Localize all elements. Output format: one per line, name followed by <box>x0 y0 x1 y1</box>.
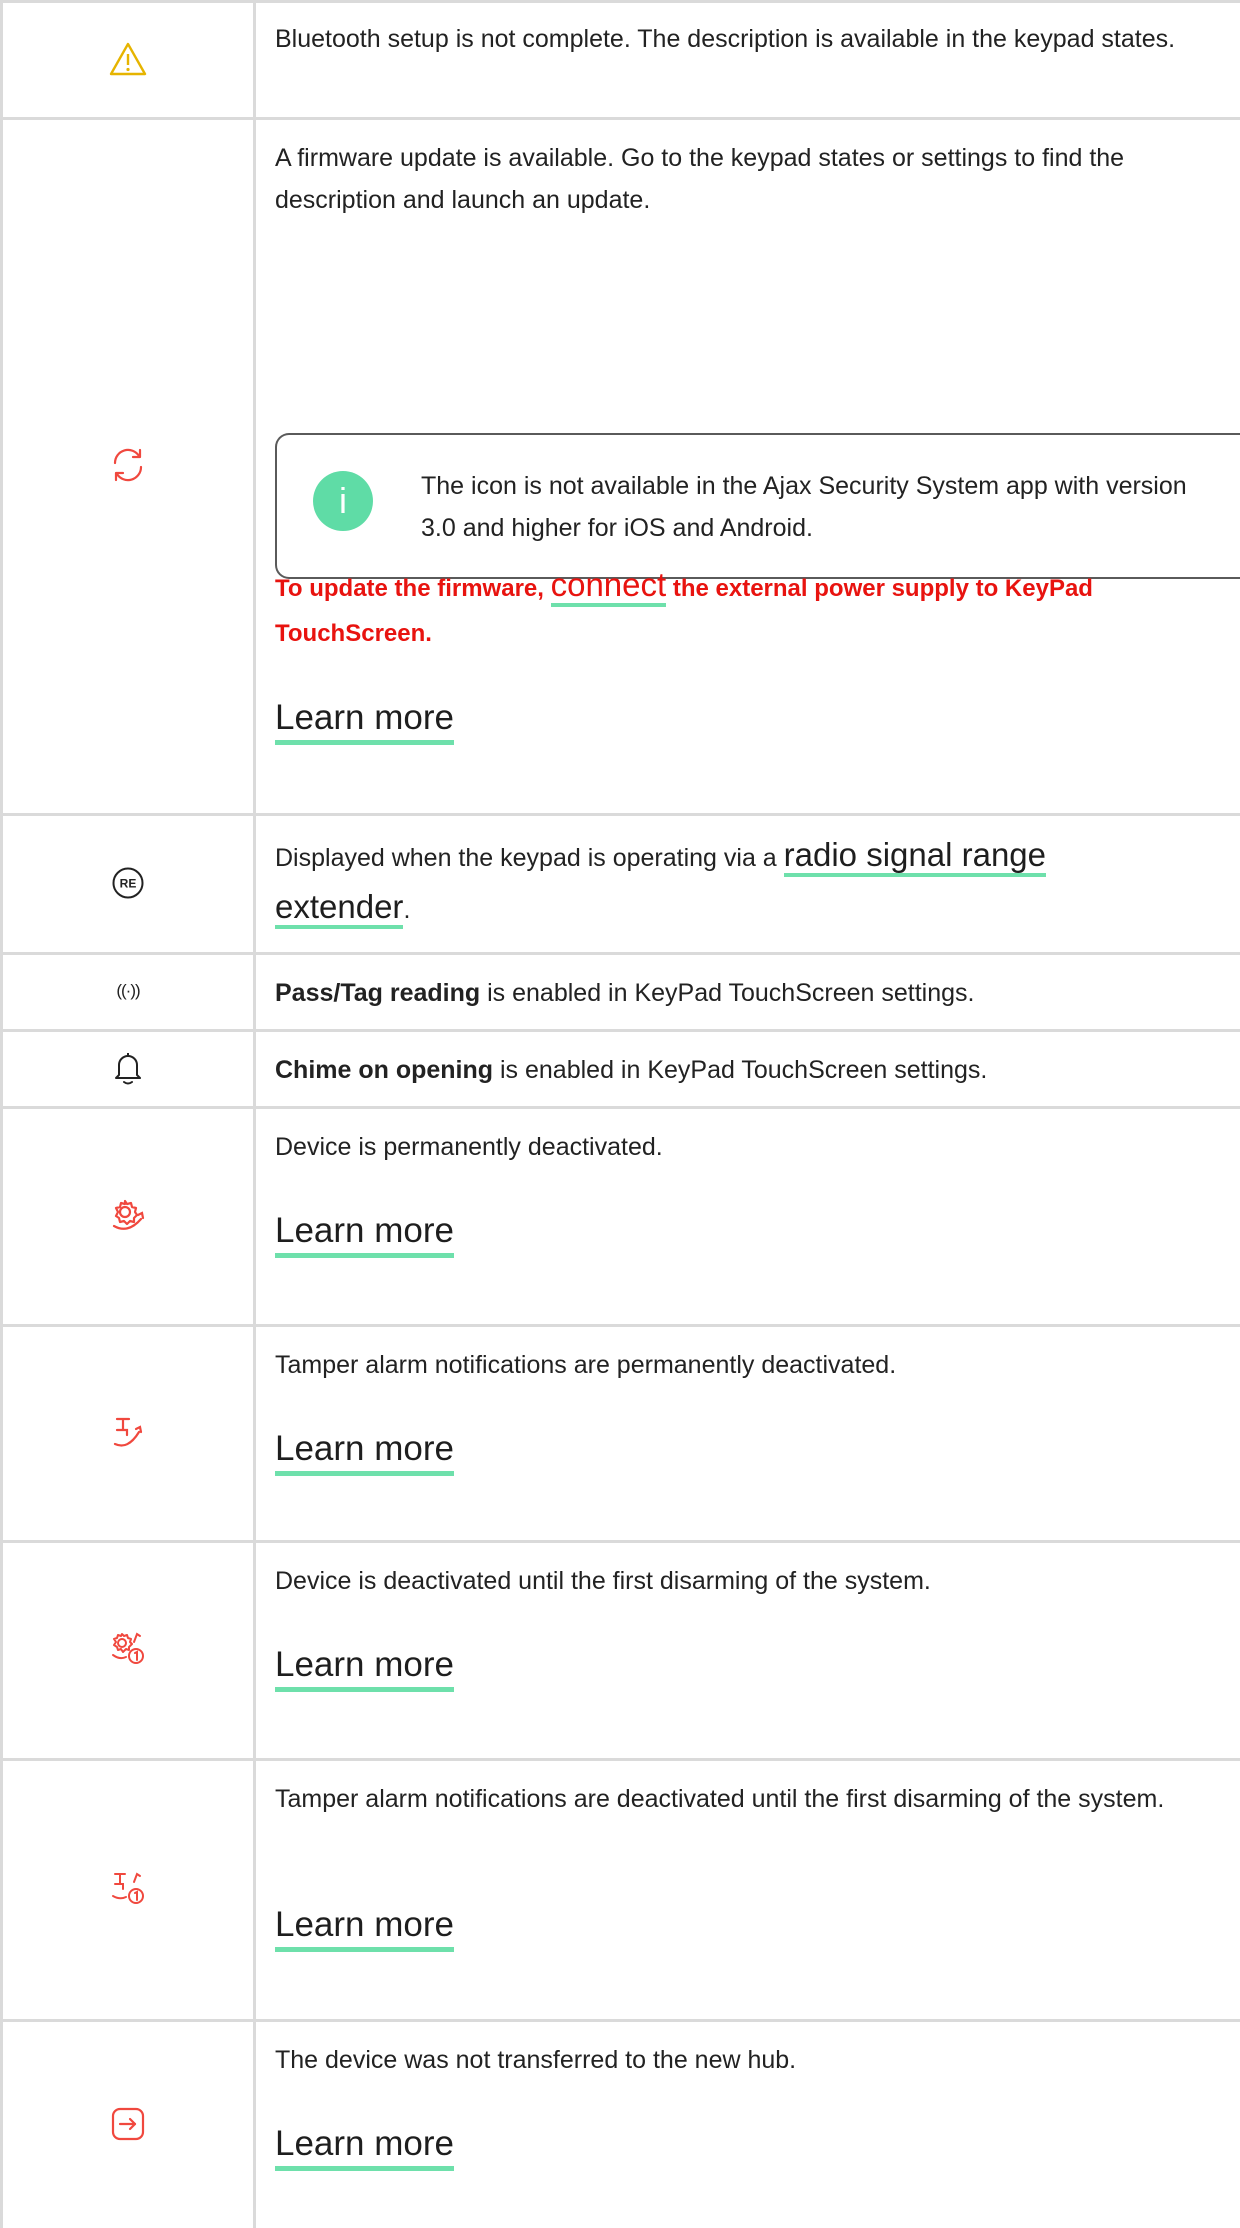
firmware-warning: To update the firmware, connect the exte… <box>275 562 1215 656</box>
icon-cell <box>3 1029 253 1106</box>
icon-cell: ((·)) <box>3 952 253 1029</box>
icon-cell <box>3 0 253 117</box>
table-row: The device was not transferred to the ne… <box>0 2019 1240 2228</box>
row-description: Displayed when the keypad is operating v… <box>275 844 784 872</box>
connect-link[interactable]: connect <box>550 566 667 607</box>
icon-cell <box>3 117 253 813</box>
learn-more-link[interactable]: Learn more <box>275 2123 454 2171</box>
learn-more-link[interactable]: Learn more <box>275 1428 454 1476</box>
row-description: is enabled in KeyPad TouchScreen setting… <box>480 979 975 1007</box>
row-description: The device was not transferred to the ne… <box>275 2046 797 2074</box>
icon-cell <box>3 1758 253 2019</box>
learn-more-link[interactable]: Learn more <box>275 1904 454 1952</box>
row-description: Tamper alarm notifications are permanent… <box>275 1351 897 1379</box>
info-note: i The icon is not available in the Ajax … <box>275 433 1240 579</box>
firmware-update-icon <box>113 448 143 482</box>
icon-cell <box>3 1106 253 1324</box>
row-description: Tamper alarm notifications are deactivat… <box>275 1785 1165 1813</box>
states-table: Bluetooth setup is not complete. The des… <box>0 0 1240 2228</box>
description-cell: A firmware update is available. Go to th… <box>275 117 1240 813</box>
pass-tag-reading-icon: ((·)) <box>116 980 140 1000</box>
column-divider <box>253 0 256 2228</box>
device-deactivated-icon <box>112 1199 145 1230</box>
setting-name: Chime on opening <box>275 1056 494 1084</box>
info-icon: i <box>313 471 373 531</box>
setting-name: Pass/Tag reading <box>275 979 481 1007</box>
description-cell: Bluetooth setup is not complete. The des… <box>275 0 1240 117</box>
device-deactivated-until-disarm-icon <box>112 1632 144 1664</box>
table-row: Device is deactivated until the first di… <box>0 1540 1240 1761</box>
description-cell: Device is deactivated until the first di… <box>275 1540 1240 1758</box>
learn-more-link[interactable]: Learn more <box>275 1210 454 1258</box>
row-description: Device is permanently deactivated. <box>275 1133 663 1161</box>
icon-cell: RE <box>3 813 253 952</box>
row-description-end: . <box>403 896 411 924</box>
table-row: RE Displayed when the keypad is operatin… <box>0 813 1240 955</box>
table-row: Chime on opening is enabled in KeyPad To… <box>0 1029 1240 1109</box>
learn-more-link[interactable]: Learn more <box>275 697 454 745</box>
range-extender-icon: RE <box>112 867 144 898</box>
description-cell: Pass/Tag reading is enabled in KeyPad To… <box>275 952 1240 1029</box>
row-description: Bluetooth setup is not complete. The des… <box>275 25 1176 53</box>
icon-cell <box>3 1324 253 1540</box>
tamper-deactivated-icon <box>113 1417 143 1447</box>
table-row: Device is permanently deactivated. Learn… <box>0 1106 1240 1327</box>
description-cell: Displayed when the keypad is operating v… <box>275 813 1240 952</box>
table-row: Bluetooth setup is not complete. The des… <box>0 0 1240 120</box>
note-text: The icon is not available in the Ajax Se… <box>421 472 1187 542</box>
row-description: A firmware update is available. Go to th… <box>275 144 1125 214</box>
range-extender-icon-label: RE <box>120 876 137 890</box>
table-row: A firmware update is available. Go to th… <box>0 117 1240 816</box>
icon-cell <box>3 1540 253 1758</box>
table-row: Tamper alarm notifications are permanent… <box>0 1324 1240 1543</box>
description-cell: Tamper alarm notifications are deactivat… <box>275 1758 1195 2019</box>
row-description: is enabled in KeyPad TouchScreen setting… <box>493 1056 988 1084</box>
warning-triangle-icon <box>109 42 147 75</box>
learn-more-link[interactable]: Learn more <box>275 1644 454 1692</box>
description-cell: Device is permanently deactivated. Learn… <box>275 1106 1240 1324</box>
icon-cell <box>3 2019 253 2228</box>
description-cell: Tamper alarm notifications are permanent… <box>275 1324 1240 1540</box>
not-transferred-icon <box>111 2107 145 2140</box>
chime-bell-icon <box>115 1052 141 1084</box>
row-description: Device is deactivated until the first di… <box>275 1567 931 1595</box>
description-cell: The device was not transferred to the ne… <box>275 2019 1240 2228</box>
table-row: ((·)) Pass/Tag reading is enabled in Key… <box>0 952 1240 1032</box>
tamper-deactivated-until-disarm-icon <box>112 1871 144 1904</box>
table-row: Tamper alarm notifications are deactivat… <box>0 1758 1240 2022</box>
warning-text-before: To update the firmware, <box>275 575 551 602</box>
description-cell: Chime on opening is enabled in KeyPad To… <box>275 1029 1240 1106</box>
